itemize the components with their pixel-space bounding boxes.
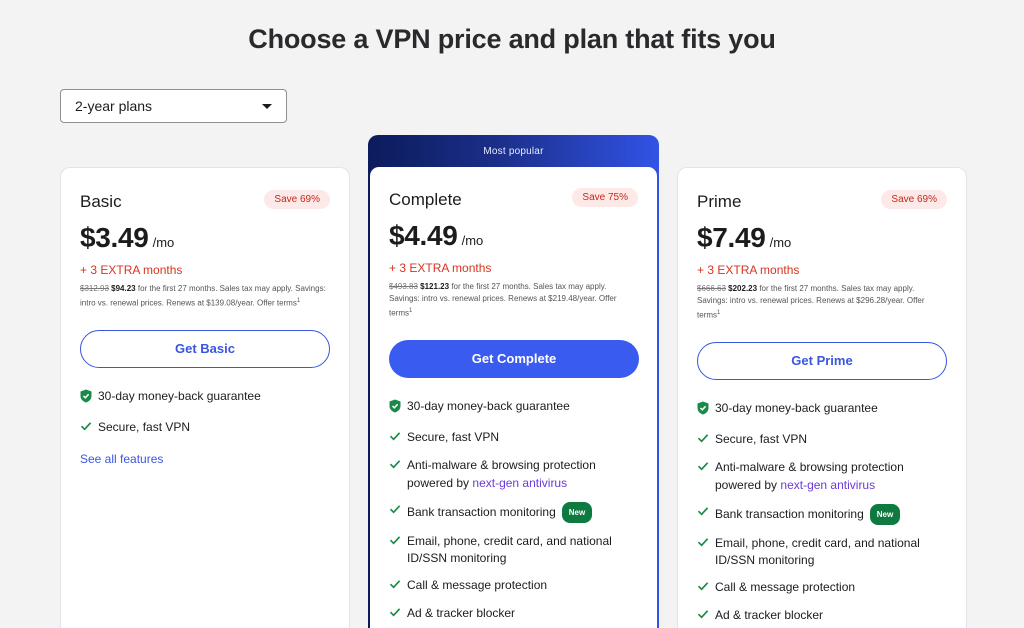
- checkmark-icon: [697, 460, 715, 478]
- checkmark-icon: [80, 420, 98, 438]
- page-title: Choose a VPN price and plan that fits yo…: [248, 24, 776, 54]
- see-all-features-link[interactable]: See all features: [80, 452, 330, 466]
- checkmark-icon: [389, 534, 407, 552]
- feature-text: Email, phone, credit card, and national …: [407, 533, 612, 566]
- feature-text: Secure, fast VPN: [407, 430, 500, 445]
- feature-text: 30-day money-back guarantee: [407, 398, 570, 413]
- discounted-price: $94.23: [111, 284, 136, 293]
- feature-text-main: Bank transaction monitoring: [407, 504, 556, 519]
- original-price: $493.83: [389, 282, 418, 291]
- feature-text: Secure, fast VPN: [98, 420, 191, 435]
- feature-text: 30-day money-back guarantee: [98, 388, 261, 403]
- plan-price: $4.49: [389, 220, 458, 251]
- get-basic-button[interactable]: Get Basic: [80, 329, 330, 368]
- price-period: /mo: [461, 233, 484, 248]
- new-badge: New: [869, 503, 901, 526]
- list-item: Call & message protection: [389, 577, 638, 596]
- plan-card-prime: Prime Save 69% $7.49 /mo + 3 EXTRA month…: [677, 167, 967, 628]
- get-prime-button[interactable]: Get Prime: [697, 341, 947, 380]
- list-item: Email, phone, credit card, and national …: [389, 533, 638, 568]
- list-item: Email, phone, credit card, and national …: [697, 535, 947, 570]
- list-item: Anti-malware & browsing protection power…: [389, 457, 638, 492]
- feature-text: Email, phone, credit card, and national …: [715, 535, 920, 568]
- list-item: Ad & tracker blocker: [697, 607, 947, 626]
- price-period: /mo: [152, 235, 175, 250]
- checkmark-icon: [389, 606, 407, 624]
- checkmark-icon: [389, 458, 407, 476]
- checkmark-icon: [389, 503, 407, 521]
- list-item: Secure, fast VPN: [389, 429, 638, 448]
- checkmark-icon: [697, 432, 715, 450]
- get-complete-button[interactable]: Get Complete: [389, 339, 639, 378]
- checkmark-icon: [697, 536, 715, 554]
- price-fine-print: $666.63 $202.23 for the first 27 months.…: [697, 283, 947, 322]
- extra-months: + 3 EXTRA months: [389, 261, 492, 275]
- list-item: Ad & tracker blocker: [389, 605, 638, 624]
- list-item: Call & message protection: [697, 579, 947, 598]
- shield-check-icon: [389, 399, 407, 419]
- feature-text: Ad & tracker blocker: [715, 608, 824, 623]
- feature-list: 30-day money-back guarantee Secure, fast…: [389, 398, 638, 624]
- list-item: Anti-malware & browsing protection power…: [697, 459, 947, 494]
- chevron-down-icon: [262, 103, 272, 109]
- list-item: Bank transaction monitoring New: [697, 503, 947, 526]
- list-item: Bank transaction monitoring New: [389, 501, 638, 524]
- plan-card-basic: Basic Save 69% $3.49 /mo + 3 EXTRA month…: [60, 167, 350, 628]
- checkmark-icon: [389, 430, 407, 448]
- feature-text: Anti-malware & browsing protection power…: [407, 457, 638, 492]
- plan-name: Complete: [389, 190, 462, 209]
- most-popular-frame: Most popular Complete Save 75% $4.49 /mo…: [368, 135, 659, 628]
- feature-text: Secure, fast VPN: [715, 432, 808, 447]
- price-fine-print: $312.93 $94.23 for the first 27 months. …: [80, 283, 330, 310]
- plan-duration-select[interactable]: 2-year plans: [60, 89, 287, 123]
- feature-text: Bank transaction monitoring New: [715, 503, 947, 526]
- shield-check-icon: [80, 389, 98, 409]
- extra-months: + 3 EXTRA months: [80, 263, 183, 277]
- checkmark-icon: [697, 608, 715, 626]
- checkmark-icon: [697, 505, 715, 523]
- original-price: $666.63: [697, 284, 726, 293]
- footnote-marker: 1: [409, 308, 413, 314]
- save-badge: Save 75%: [572, 188, 638, 207]
- feature-text: Call & message protection: [715, 580, 856, 595]
- save-badge: Save 69%: [264, 190, 330, 209]
- feature-text: 30-day money-back guarantee: [715, 400, 878, 415]
- feature-text: Call & message protection: [407, 578, 548, 593]
- checkmark-icon: [697, 580, 715, 598]
- shield-check-icon: [697, 401, 715, 421]
- extra-months: + 3 EXTRA months: [697, 263, 800, 277]
- price-period: /mo: [769, 235, 792, 250]
- feature-text: Anti-malware & browsing protection power…: [715, 459, 947, 494]
- footnote-marker: 1: [296, 298, 301, 304]
- discounted-price: $202.23: [728, 284, 758, 293]
- plan-name: Prime: [697, 192, 742, 211]
- list-item: Secure, fast VPN: [697, 431, 947, 450]
- checkmark-icon: [389, 578, 407, 596]
- feature-text: Ad & tracker blocker: [407, 606, 516, 621]
- plan-price: $3.49: [80, 222, 149, 253]
- new-badge: New: [561, 501, 593, 524]
- feature-text-main: Bank transaction monitoring: [715, 506, 864, 521]
- antivirus-highlight: next-gen antivirus: [472, 475, 568, 490]
- original-price: $312.93: [80, 284, 109, 293]
- price-fine-print: $493.83 $121.23 for the first 27 months.…: [389, 281, 638, 320]
- feature-list: 30-day money-back guarantee Secure, fast…: [697, 400, 947, 626]
- most-popular-label: Most popular: [483, 145, 544, 157]
- save-badge: Save 69%: [881, 190, 947, 209]
- list-item: 30-day money-back guarantee: [389, 398, 638, 419]
- list-item: Secure, fast VPN: [80, 419, 330, 438]
- discounted-price: $121.23: [420, 282, 450, 291]
- list-item: 30-day money-back guarantee: [80, 388, 330, 409]
- list-item: 30-day money-back guarantee: [697, 400, 947, 421]
- plan-price: $7.49: [697, 222, 766, 253]
- feature-text: Bank transaction monitoring New: [407, 501, 638, 524]
- feature-list: 30-day money-back guarantee Secure, fast…: [80, 388, 330, 438]
- plan-card-complete: Complete Save 75% $4.49 /mo + 3 EXTRA mo…: [370, 167, 657, 628]
- plan-duration-value: 2-year plans: [75, 98, 153, 114]
- plan-name: Basic: [80, 192, 122, 211]
- footnote-marker: 1: [717, 310, 721, 316]
- antivirus-highlight: next-gen antivirus: [780, 477, 876, 492]
